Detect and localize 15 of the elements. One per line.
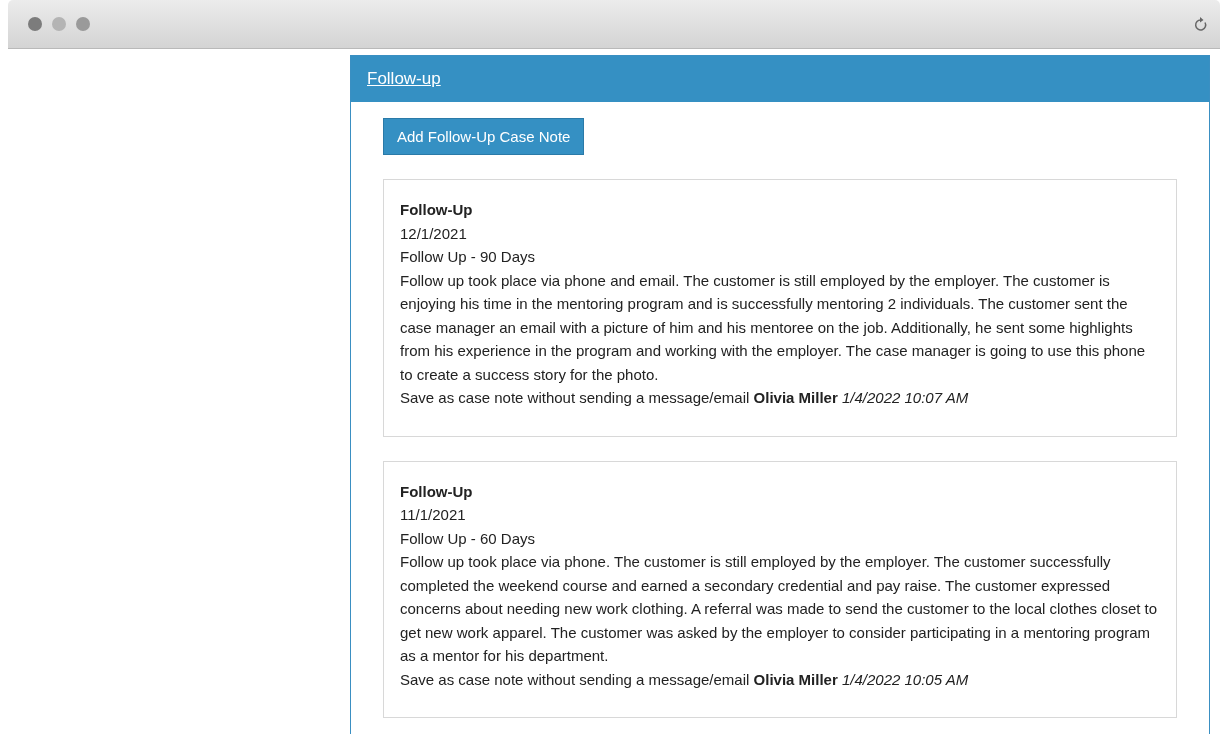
note-body: Follow up took place via phone. The customer is still employed by the employer. The customer successfully completed the weekend course and earned a secondary credential and pay raise. The customer expressed concerns about needing new work clothing. A referral was made to send the customer to the local clothes closet to get new work apparel. The customer was asked by the employer to consider participating in a mentoring program as a mentor for his department.	[400, 552, 1159, 666]
reload-icon[interactable]	[1194, 16, 1208, 32]
window-maximize-icon[interactable]	[76, 17, 90, 31]
window-close-icon[interactable]	[28, 17, 42, 31]
note-date: 12/1/2021	[400, 223, 468, 244]
note-date: 11/1/2021	[400, 505, 467, 525]
note-body: Follow up took place via phone and email. The customer is still employed by the employer. The customer is enjoying his time in the mentoring program and is successfully mentoring 2 individuals. The customer sent the case manager an email with a picture of him and his mentoree on the job. Additionally, he sent some highlights from his experience in the program and working with the employer. The case manager is going to use this phone to create a success story for the photo.	[400, 270, 1147, 385]
note-type: Follow-Up	[400, 481, 474, 502]
note-type: Follow-Up	[400, 200, 474, 220]
note-period: Follow Up - 60 Days	[400, 528, 537, 549]
note-footer: Save as case note without sending a message/email Olivia Miller 1/4/2022 10:05 AM	[400, 667, 1160, 691]
panel-title-link[interactable]: Follow-up	[367, 69, 441, 89]
note-period: Follow Up - 90 Days	[400, 247, 537, 267]
note-footer: Save as case note without sending a message/email Olivia Miller 1/4/2022 10:07 AM	[400, 386, 1160, 410]
add-case-note-button[interactable]: Add Follow-Up Case Note	[383, 118, 585, 155]
